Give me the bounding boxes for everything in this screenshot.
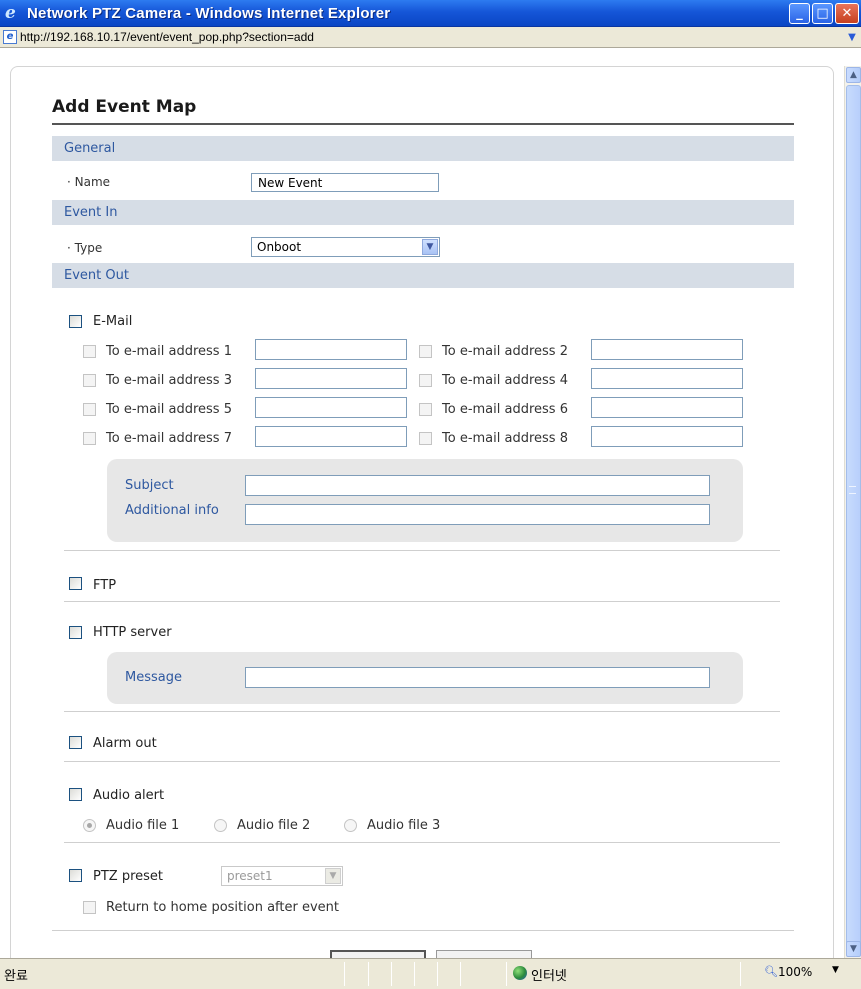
divider (52, 930, 794, 931)
status-text: 완료 (4, 969, 28, 984)
email-address-4-label: To e-mail address 4 (442, 373, 568, 388)
email-address-4-checkbox[interactable] (419, 374, 432, 387)
divider (64, 550, 780, 551)
email-address-5-checkbox[interactable] (83, 403, 96, 416)
audio-alert-checkbox[interactable] (69, 788, 82, 801)
scroll-grip-icon (849, 486, 856, 494)
maximize-button[interactable]: □ (812, 3, 833, 24)
return-home-checkbox[interactable] (83, 901, 96, 914)
email-address-2-input[interactable] (591, 339, 743, 360)
subject-input[interactable] (245, 475, 710, 496)
dropdown-chevron-icon[interactable]: ▼ (845, 29, 859, 46)
scroll-up-button[interactable]: ▲ (846, 67, 861, 83)
zoom-level[interactable]: 100% (778, 965, 812, 979)
email-address-6-label: To e-mail address 6 (442, 402, 568, 417)
email-address-6-checkbox[interactable] (419, 403, 432, 416)
ptz-preset-checkbox[interactable] (69, 869, 82, 882)
audio-file-3-label: Audio file 3 (367, 818, 441, 833)
email-address-1-input[interactable] (255, 339, 407, 360)
additional-info-label: Additional info (125, 503, 219, 518)
email-address-3-checkbox[interactable] (83, 374, 96, 387)
audio-alert-label: Audio alert (93, 788, 165, 803)
email-address-2-checkbox[interactable] (419, 345, 432, 358)
globe-icon (513, 966, 527, 980)
divider (64, 601, 780, 602)
http-server-checkbox[interactable] (69, 626, 82, 639)
ok-button[interactable] (330, 950, 426, 958)
zoom-icon: 🔍︎ (764, 965, 778, 978)
window-title: Network PTZ Camera - Windows Internet Ex… (27, 5, 391, 22)
ptz-preset-label: PTZ preset (93, 869, 163, 884)
cancel-button[interactable] (436, 950, 532, 958)
maximize-icon: □ (816, 6, 829, 21)
chevron-down-icon: ▼ (325, 868, 341, 884)
section-general: General (52, 136, 794, 161)
zoom-chevron-icon[interactable]: ▼ (832, 965, 839, 975)
minimize-button[interactable]: _ (789, 3, 810, 24)
audio-file-1-radio[interactable] (83, 819, 96, 832)
scroll-thumb[interactable] (846, 85, 861, 945)
return-home-label: Return to home position after event (106, 900, 339, 915)
alarm-out-checkbox[interactable] (69, 736, 82, 749)
ftp-label: FTP (93, 578, 117, 593)
email-address-7-input[interactable] (255, 426, 407, 447)
close-button[interactable]: ✕ (835, 3, 859, 24)
type-select[interactable]: Onboot ▼ (251, 237, 440, 257)
page-title: Add Event Map (52, 97, 197, 117)
vertical-scrollbar[interactable]: ▲ ▼ (844, 66, 861, 958)
email-label: E-Mail (93, 314, 133, 329)
security-zone[interactable]: 인터넷 (531, 965, 567, 984)
email-address-7-checkbox[interactable] (83, 432, 96, 445)
email-details-box (107, 459, 743, 542)
chevron-down-icon: ▼ (422, 239, 438, 255)
type-select-value: Onboot (257, 240, 302, 254)
email-address-2-label: To e-mail address 2 (442, 344, 568, 359)
ftp-checkbox[interactable] (69, 577, 82, 590)
additional-info-input[interactable] (245, 504, 710, 525)
message-label: Message (125, 670, 182, 685)
email-address-3-input[interactable] (255, 368, 407, 389)
section-event-in: Event In (52, 200, 794, 225)
page-icon: e (3, 30, 17, 44)
audio-file-1-label: Audio file 1 (106, 818, 180, 833)
audio-file-3-radio[interactable] (344, 819, 357, 832)
email-address-5-label: To e-mail address 5 (106, 402, 232, 417)
message-input[interactable] (245, 667, 710, 688)
email-address-8-input[interactable] (591, 426, 743, 447)
email-address-1-checkbox[interactable] (83, 345, 96, 358)
type-label: Type (67, 241, 103, 255)
address-url[interactable]: http://192.168.10.17/event/event_pop.php… (20, 30, 314, 44)
window-titlebar: e Network PTZ Camera - Windows Internet … (0, 0, 861, 27)
ptz-preset-value: preset1 (227, 869, 273, 883)
email-address-7-label: To e-mail address 7 (106, 431, 232, 446)
ie-logo-icon: e (5, 3, 16, 23)
divider (64, 711, 780, 712)
email-address-8-checkbox[interactable] (419, 432, 432, 445)
email-address-3-label: To e-mail address 3 (106, 373, 232, 388)
ptz-preset-select[interactable]: preset1 ▼ (221, 866, 343, 886)
email-address-5-input[interactable] (255, 397, 407, 418)
address-bar[interactable]: e http://192.168.10.17/event/event_pop.p… (0, 27, 861, 48)
status-bar: 완료 인터넷 🔍︎ 100% ▼ (0, 958, 861, 989)
audio-file-2-label: Audio file 2 (237, 818, 311, 833)
alarm-out-label: Alarm out (93, 736, 157, 751)
audio-file-2-radio[interactable] (214, 819, 227, 832)
minimize-icon: _ (796, 6, 803, 21)
email-checkbox[interactable] (69, 315, 82, 328)
divider (64, 761, 780, 762)
section-event-out: Event Out (52, 263, 794, 288)
http-server-label: HTTP server (93, 625, 172, 640)
name-input[interactable] (251, 173, 439, 192)
email-address-1-label: To e-mail address 1 (106, 344, 232, 359)
email-address-4-input[interactable] (591, 368, 743, 389)
close-icon: ✕ (841, 6, 853, 21)
name-label: Name (67, 175, 110, 189)
divider (64, 842, 780, 843)
title-divider (52, 123, 794, 125)
email-address-8-label: To e-mail address 8 (442, 431, 568, 446)
subject-label: Subject (125, 478, 174, 493)
email-address-6-input[interactable] (591, 397, 743, 418)
scroll-down-button[interactable]: ▼ (846, 941, 861, 957)
